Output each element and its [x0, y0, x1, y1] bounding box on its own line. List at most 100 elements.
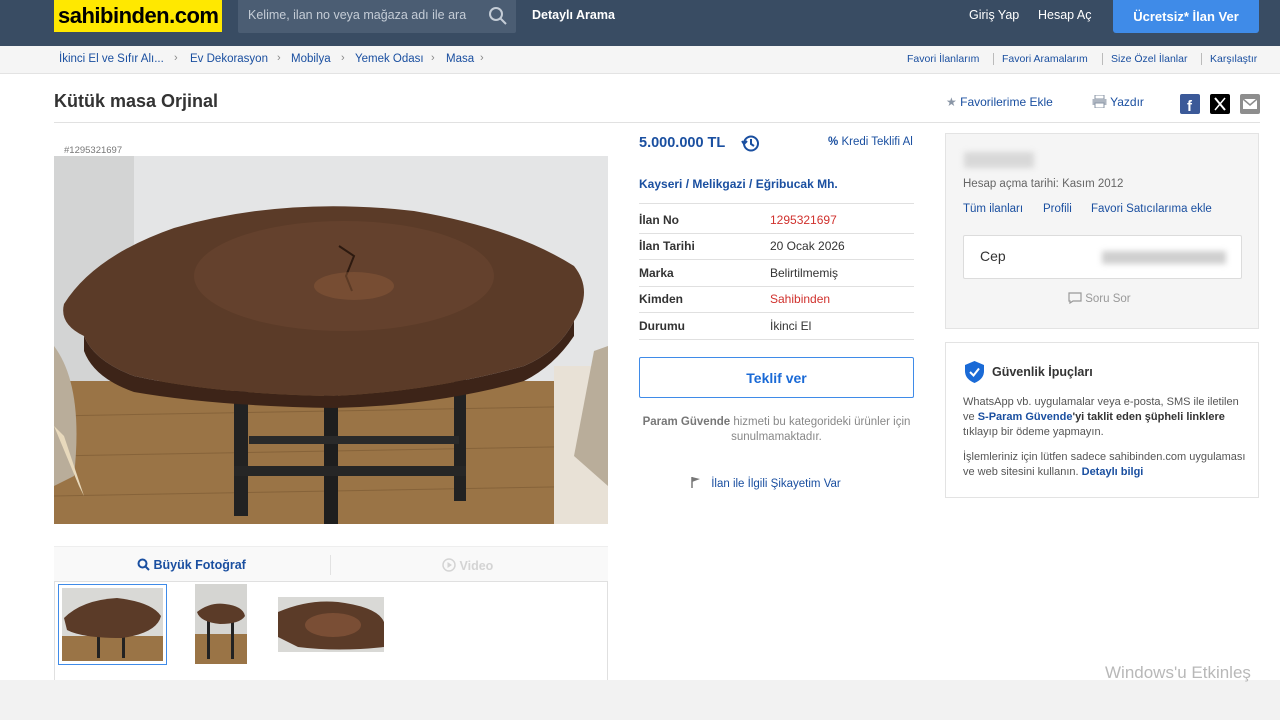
divider	[1201, 53, 1202, 65]
tip-highlight: S-Param Güvende	[977, 411, 1073, 423]
detail-label: Kimden	[639, 292, 684, 306]
make-offer-button[interactable]: Teklif ver	[639, 357, 914, 398]
thumbnail-2[interactable]	[195, 584, 247, 664]
divider	[639, 312, 914, 313]
divider	[993, 53, 994, 65]
security-tip-2: İşlemleriniz için lütfen sadece sahibind…	[963, 450, 1253, 480]
detail-value: 1295321697	[770, 213, 837, 227]
chat-icon	[1068, 292, 1082, 305]
secure-payment-text: hizmeti bu kategorideki ürünler için sun…	[730, 416, 911, 443]
phone-field[interactable]: Cep	[963, 235, 1242, 279]
detail-value: İkinci El	[770, 319, 812, 333]
divider	[639, 339, 914, 340]
divider	[639, 286, 914, 287]
complaint-link[interactable]: İlan ile İlgili Şikayetim Var	[690, 476, 841, 490]
detail-value: 20 Ocak 2026	[770, 239, 845, 253]
all-listings-link[interactable]: Tüm ilanları	[963, 203, 1023, 215]
tab-big-photo-label: Büyük Fotoğraf	[153, 558, 246, 572]
profile-link[interactable]: Profili	[1043, 203, 1072, 215]
divider	[330, 555, 331, 575]
post-ad-button[interactable]: Ücretsiz* İlan Ver	[1113, 0, 1259, 33]
price-history-icon[interactable]	[741, 134, 760, 153]
print-button[interactable]: Yazdır	[1092, 94, 1144, 109]
divider	[639, 203, 914, 204]
detail-value: Sahibinden	[770, 292, 831, 306]
detail-value: Belirtilmemiş	[770, 266, 839, 280]
credit-offer-link[interactable]: % Kredi Teklifi Al	[828, 136, 913, 148]
security-tips-title: Güvenlik İpuçları	[992, 365, 1093, 379]
site-logo[interactable]: sahibinden.com	[54, 0, 223, 32]
divider	[639, 259, 914, 260]
detail-label: Marka	[639, 266, 674, 280]
tip-bold: 'yi taklit eden şüpheli linklere	[1072, 411, 1225, 423]
breadcrumb-item[interactable]: Masa	[446, 53, 474, 65]
tab-video[interactable]: Video	[442, 558, 493, 573]
os-activation-watermark: Windows'u Etkinleş	[1105, 663, 1251, 682]
printer-icon	[1092, 94, 1107, 109]
breadcrumb-separator: ›	[341, 52, 345, 64]
compare-link[interactable]: Karşılaştır	[1210, 53, 1257, 65]
breadcrumb-item[interactable]: Mobilya	[291, 53, 331, 65]
facebook-icon[interactable]: f	[1180, 94, 1200, 115]
thumbnail-1[interactable]	[58, 584, 167, 665]
play-icon	[442, 558, 456, 572]
complaint-label: İlan ile İlgili Şikayetim Var	[711, 478, 841, 490]
detail-label: İlan No	[639, 213, 680, 227]
star-icon: ★	[946, 95, 957, 109]
breadcrumb-separator: ›	[277, 52, 281, 64]
breadcrumb-item[interactable]: İkinci El ve Sıfır Alı...	[59, 53, 164, 65]
divider	[54, 122, 1260, 123]
thumbnail-3[interactable]	[278, 597, 384, 652]
divider	[639, 233, 914, 234]
secure-payment-note: Param Güvende hizmeti bu kategorideki ür…	[639, 415, 914, 445]
search-box[interactable]: Kelime, ilan no veya mağaza adı ile ara	[238, 0, 516, 33]
credit-offer-label: Kredi Teklifi Al	[841, 136, 913, 148]
gallery-tabs: Büyük Fotoğraf Video	[54, 546, 608, 582]
seller-name-redacted	[964, 152, 1034, 168]
main-photo[interactable]	[54, 156, 608, 524]
security-tips-box: Güvenlik İpuçları WhatsApp vb. uygulamal…	[945, 342, 1259, 498]
advanced-search-link[interactable]: Detaylı Arama	[532, 8, 615, 22]
phone-label: Cep	[980, 248, 1006, 264]
special-listings-link[interactable]: Size Özel İlanlar	[1111, 53, 1187, 65]
register-link[interactable]: Hesap Aç	[1038, 8, 1092, 22]
breadcrumb-item[interactable]: Ev Dekorasyon	[190, 53, 268, 65]
divider	[1102, 53, 1103, 65]
email-icon[interactable]	[1240, 94, 1260, 114]
breadcrumb: İkinci El ve Sıfır Alı... › Ev Dekorasyo…	[0, 46, 1280, 74]
svg-text:f: f	[1187, 98, 1193, 114]
x-twitter-icon[interactable]	[1210, 94, 1230, 114]
location-breadcrumb[interactable]: Kayseri / Melikgazi / Eğribucak Mh.	[639, 177, 838, 191]
listing-id-tag: #1295321697	[64, 145, 123, 156]
favorite-listings-link[interactable]: Favori İlanlarım	[907, 53, 979, 65]
page-title: Kütük masa Orjinal	[54, 91, 219, 111]
search-icon[interactable]	[488, 6, 508, 26]
tip-text: tıklayıp bir ödeme yapmayın.	[963, 426, 1104, 438]
phone-number-redacted	[1102, 251, 1226, 264]
breadcrumb-separator: ›	[174, 52, 178, 64]
magnifier-icon	[137, 558, 150, 571]
add-favorites-button[interactable]: ★ Favorilerime Ekle	[946, 95, 1053, 109]
thumbnail-strip	[54, 582, 608, 680]
shield-icon	[965, 361, 984, 383]
tab-big-photo[interactable]: Büyük Fotoğraf	[137, 558, 246, 572]
percent-icon: %	[828, 136, 839, 148]
favorite-seller-link[interactable]: Favori Satıcılarıma ekle	[1091, 203, 1212, 215]
breadcrumb-separator: ›	[480, 52, 484, 64]
account-date: Hesap açma tarihi: Kasım 2012	[963, 178, 1124, 190]
tab-video-label: Video	[459, 559, 494, 573]
breadcrumb-item[interactable]: Yemek Odası	[355, 53, 424, 65]
ask-question-label: Soru Sor	[1085, 293, 1131, 305]
price: 5.000.000 TL	[639, 135, 726, 151]
login-link[interactable]: Giriş Yap	[969, 8, 1019, 22]
ask-question-button[interactable]: Soru Sor	[1068, 292, 1131, 305]
detailed-info-link[interactable]: Detaylı bilgi	[1082, 466, 1144, 478]
seller-box: Hesap açma tarihi: Kasım 2012 Tüm ilanla…	[945, 133, 1259, 329]
search-input[interactable]: Kelime, ilan no veya mağaza adı ile ara	[248, 8, 466, 22]
breadcrumb-separator: ›	[431, 52, 435, 64]
secure-payment-name: Param Güvende	[642, 416, 731, 428]
add-favorites-label: Favorilerime Ekle	[960, 95, 1053, 109]
favorite-searches-link[interactable]: Favori Aramalarım	[1002, 53, 1088, 65]
flag-icon	[691, 477, 700, 488]
bottom-strip	[0, 680, 1280, 720]
